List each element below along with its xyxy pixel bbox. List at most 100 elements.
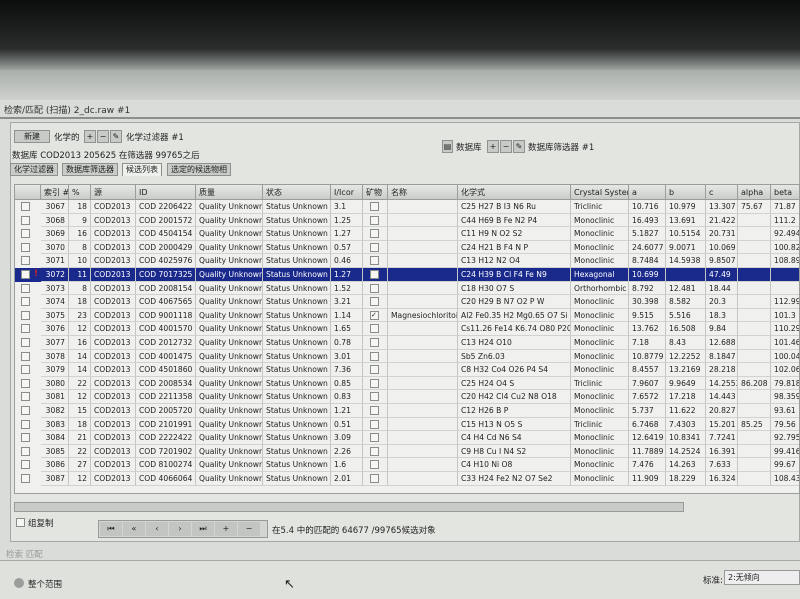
tab-db-filter[interactable]: 数据库筛选器 bbox=[62, 163, 118, 176]
column-header-b[interactable]: b bbox=[666, 185, 706, 200]
tab-selected-phases[interactable]: 选定的候选物相 bbox=[167, 163, 231, 176]
new-button[interactable]: 新建 bbox=[14, 130, 50, 143]
table-row[interactable]: 3070 8 COD2013 COD 2000429 Quality Unknown St… bbox=[15, 240, 799, 255]
mineral-checkbox[interactable] bbox=[370, 392, 379, 402]
row-checkbox[interactable] bbox=[21, 419, 30, 429]
last-button[interactable]: ⏭ bbox=[192, 522, 214, 536]
column-header-crystal-system[interactable]: Crystal System bbox=[571, 185, 629, 200]
table-row[interactable]: 3085 22 COD2013 COD 7201902 Quality Unknown S… bbox=[15, 444, 799, 459]
row-checkbox[interactable] bbox=[21, 351, 30, 361]
db-icon[interactable]: ▤ bbox=[442, 140, 453, 153]
tab-chem-filter[interactable]: 化学过滤器 bbox=[10, 163, 58, 176]
horizontal-scrollbar[interactable] bbox=[14, 502, 684, 512]
row-checkbox[interactable] bbox=[21, 365, 30, 375]
row-checkbox[interactable] bbox=[21, 202, 30, 211]
remove-chem-filter-button[interactable]: − bbox=[97, 130, 109, 143]
mineral-checkbox[interactable] bbox=[370, 460, 379, 470]
table-row[interactable]: 3080 22 COD2013 COD 2008534 Quality Unknown S… bbox=[15, 376, 799, 391]
row-checkbox[interactable] bbox=[21, 242, 30, 252]
column-header-mineral[interactable]: 矿物 bbox=[363, 185, 388, 200]
table-row[interactable]: 3087 12 COD2013 COD 4066064 Quality Unknown S… bbox=[15, 472, 799, 486]
row-checkbox[interactable] bbox=[21, 256, 30, 266]
mineral-checkbox[interactable] bbox=[370, 446, 379, 456]
column-header-beta[interactable]: beta bbox=[771, 185, 799, 200]
table-row[interactable]: 3082 15 COD2013 COD 2005720 Quality Unknown S… bbox=[15, 404, 799, 418]
mineral-checkbox[interactable]: ✓ bbox=[370, 310, 379, 320]
mineral-checkbox[interactable] bbox=[370, 365, 379, 375]
criterion-select[interactable]: 2:无倾向 bbox=[724, 570, 800, 585]
edit-icon[interactable]: ✎ bbox=[110, 130, 122, 143]
row-checkbox[interactable] bbox=[21, 270, 30, 279]
column-header-c[interactable]: c bbox=[706, 185, 738, 200]
table-row[interactable]: 3078 14 COD2013 COD 4001475 Quality Unknown S… bbox=[15, 349, 799, 364]
tab-candidate-list[interactable]: 候选列表 bbox=[122, 163, 162, 176]
table-row[interactable]: 3069 16 COD2013 COD 4504154 Quality Unknown S… bbox=[15, 227, 799, 241]
row-checkbox[interactable] bbox=[21, 406, 30, 415]
row-checkbox[interactable] bbox=[21, 338, 30, 347]
column-header-id[interactable]: ID bbox=[136, 185, 196, 200]
remove-button[interactable]: − bbox=[238, 522, 260, 536]
mineral-checkbox[interactable] bbox=[370, 229, 379, 239]
mineral-checkbox[interactable] bbox=[370, 338, 379, 347]
column-header-percent[interactable]: % bbox=[69, 185, 91, 200]
table-row[interactable]: 3076 12 COD2013 COD 4001570 Quality Unknown S… bbox=[15, 322, 799, 336]
row-checkbox[interactable] bbox=[21, 297, 30, 307]
table-row[interactable]: 3074 18 COD2013 COD 4067565 Quality Unknown S… bbox=[15, 295, 799, 309]
range-radio[interactable] bbox=[14, 578, 24, 588]
column-header-formula[interactable]: 化学式 bbox=[458, 185, 571, 200]
row-checkbox[interactable] bbox=[21, 433, 30, 443]
mineral-checkbox[interactable] bbox=[370, 324, 379, 334]
table-row[interactable]: ! 3072 11 COD2013 COD 7017325 Quality Unknown… bbox=[15, 268, 799, 282]
row-checkbox[interactable] bbox=[21, 378, 30, 388]
column-header-i-icor[interactable]: I/Icor bbox=[331, 185, 363, 200]
column-header-index[interactable]: 索引 # bbox=[41, 185, 69, 200]
row-checkbox[interactable] bbox=[21, 229, 30, 239]
edit-icon[interactable]: ✎ bbox=[513, 140, 525, 153]
mineral-checkbox[interactable] bbox=[370, 256, 379, 266]
add-chem-filter-button[interactable]: + bbox=[84, 130, 96, 143]
row-checkbox[interactable] bbox=[21, 446, 30, 456]
first-button[interactable]: ⏮ bbox=[100, 522, 122, 536]
prev-page-button[interactable]: « bbox=[123, 522, 145, 536]
mineral-checkbox[interactable] bbox=[370, 378, 379, 388]
table-row[interactable]: 3073 8 COD2013 COD 2008154 Quality Unknown St… bbox=[15, 281, 799, 296]
column-header-quality[interactable]: 质量 bbox=[196, 185, 263, 200]
mineral-checkbox[interactable] bbox=[370, 270, 379, 279]
table-row[interactable]: 3071 10 COD2013 COD 4025976 Quality Unknown S… bbox=[15, 254, 799, 268]
table-row[interactable]: 3081 12 COD2013 COD 2211358 Quality Unknown S… bbox=[15, 390, 799, 404]
mineral-checkbox[interactable] bbox=[370, 242, 379, 252]
table-row[interactable]: 3086 27 COD2013 COD 8100274 Quality Unknown S… bbox=[15, 458, 799, 472]
next-button[interactable]: › bbox=[169, 522, 191, 536]
group-copy-checkbox[interactable] bbox=[16, 518, 25, 527]
column-header-a[interactable]: a bbox=[629, 185, 666, 200]
mineral-checkbox[interactable] bbox=[370, 406, 379, 415]
row-checkbox[interactable] bbox=[21, 474, 30, 483]
table-row[interactable]: 3077 16 COD2013 COD 2012732 Quality Unknown S… bbox=[15, 336, 799, 350]
add-button[interactable]: + bbox=[215, 522, 237, 536]
table-row[interactable]: 3068 9 COD2013 COD 2001572 Quality Unknown St… bbox=[15, 213, 799, 228]
prev-button[interactable]: ‹ bbox=[146, 522, 168, 536]
table-row[interactable]: 3075 23 COD2013 COD 9001118 Quality Unknown S… bbox=[15, 308, 799, 323]
add-db-filter-button[interactable]: + bbox=[487, 140, 499, 153]
mineral-checkbox[interactable] bbox=[370, 215, 379, 225]
row-checkbox[interactable] bbox=[21, 392, 30, 402]
mineral-checkbox[interactable] bbox=[370, 351, 379, 361]
row-checkbox[interactable] bbox=[21, 215, 30, 225]
row-checkbox[interactable] bbox=[21, 283, 30, 293]
column-header-source[interactable]: 源 bbox=[91, 185, 136, 200]
column-header-name[interactable]: 名称 bbox=[388, 185, 458, 200]
row-checkbox[interactable] bbox=[21, 310, 30, 320]
mineral-checkbox[interactable] bbox=[370, 433, 379, 443]
remove-db-filter-button[interactable]: − bbox=[500, 140, 512, 153]
mineral-checkbox[interactable] bbox=[370, 297, 379, 307]
mineral-checkbox[interactable] bbox=[370, 419, 379, 429]
column-header-alpha[interactable]: alpha bbox=[738, 185, 771, 200]
column-header-status[interactable]: 状态 bbox=[263, 185, 331, 200]
row-checkbox[interactable] bbox=[21, 324, 30, 334]
mineral-checkbox[interactable] bbox=[370, 474, 379, 483]
mineral-checkbox[interactable] bbox=[370, 283, 379, 293]
table-row[interactable]: 3067 18 COD2013 COD 2206422 Quality Unknown S… bbox=[15, 200, 799, 214]
mineral-checkbox[interactable] bbox=[370, 202, 379, 211]
table-row[interactable]: 3079 14 COD2013 COD 4501860 Quality Unknown S… bbox=[15, 363, 799, 377]
table-row[interactable]: 3084 21 COD2013 COD 2222422 Quality Unknown S… bbox=[15, 431, 799, 445]
